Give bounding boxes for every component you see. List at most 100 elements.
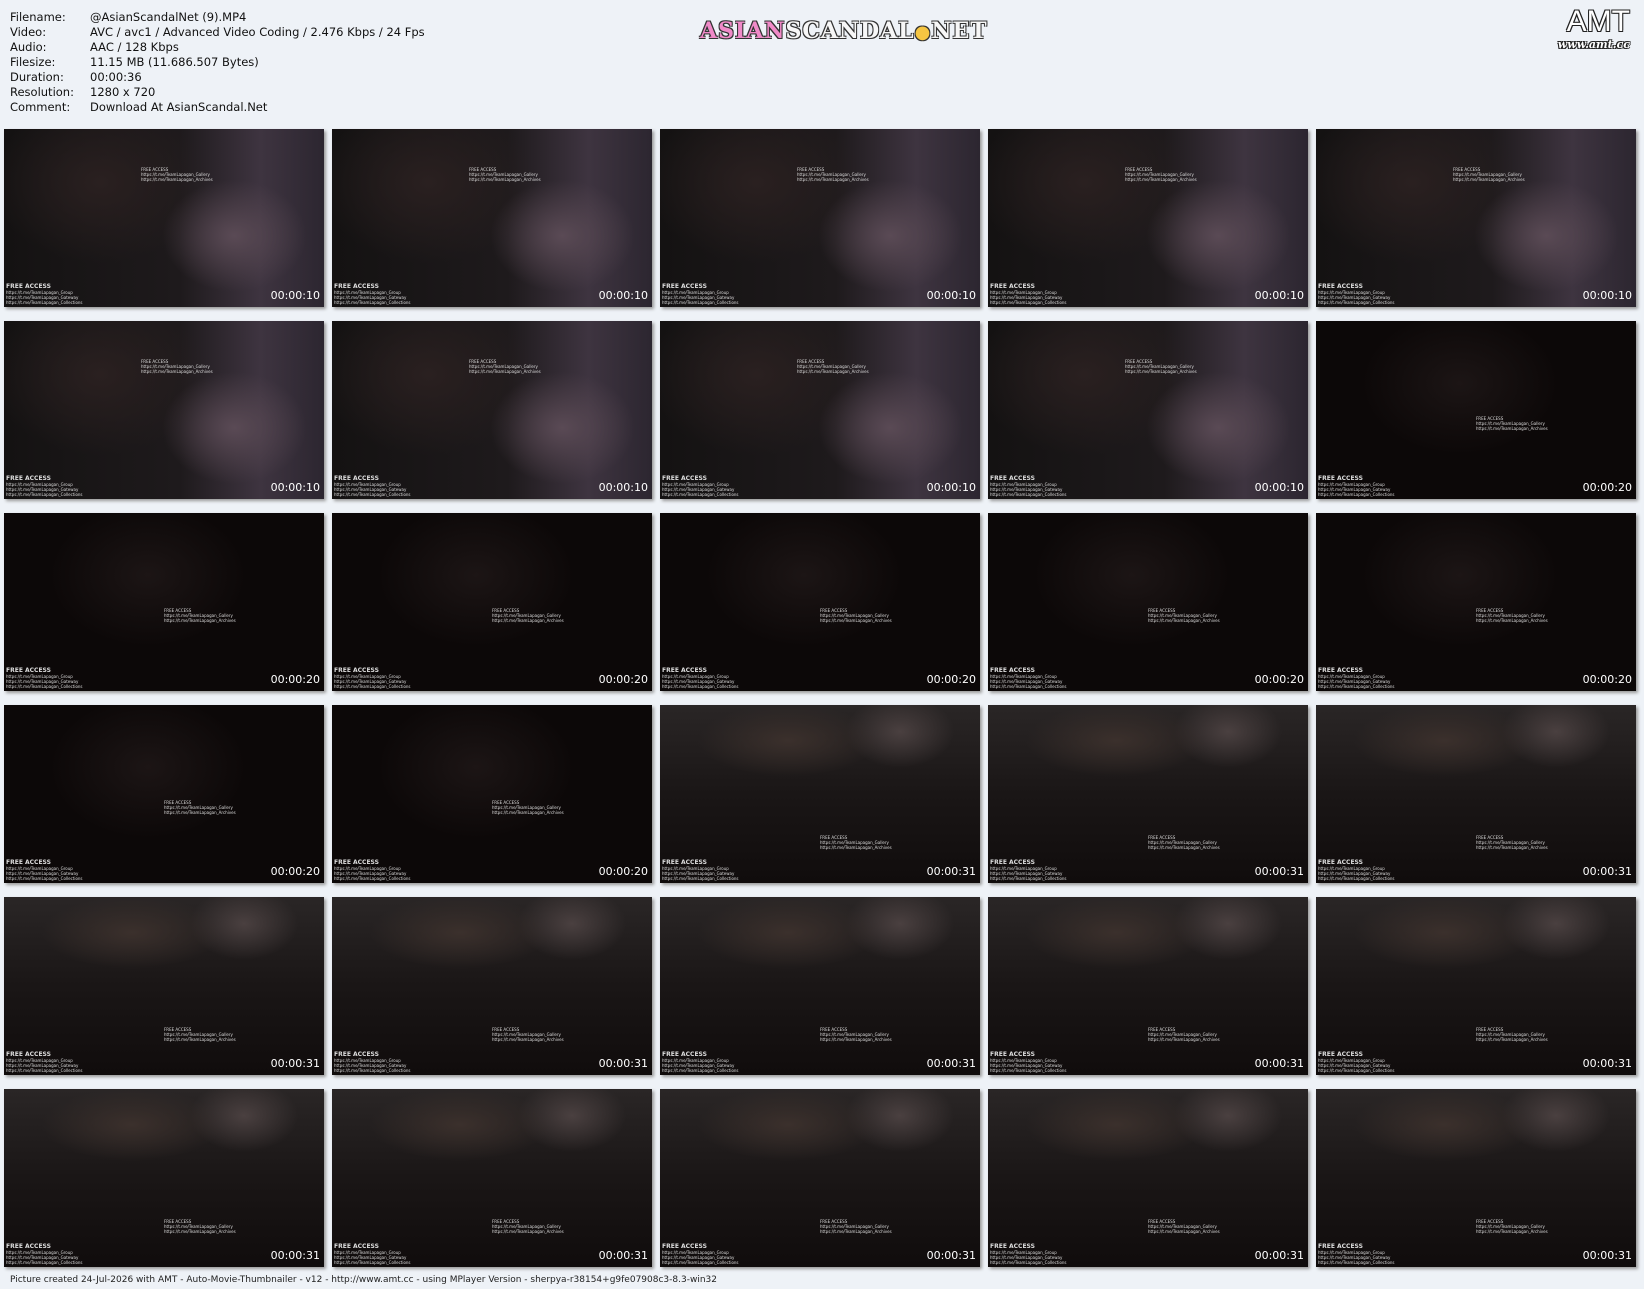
watermark-title: FREE ACCESS xyxy=(1318,1243,1363,1250)
watermark-title: FREE ACCESS xyxy=(990,859,1035,866)
info-row: Filename: @AsianScandalNet (9).MP4 xyxy=(10,10,425,25)
video-thumbnail[interactable]: FREE ACCESS https://t.me/TeamLapagan_Gall… xyxy=(1316,705,1636,883)
timestamp: 00:00:20 xyxy=(270,673,320,686)
watermark-title: FREE ACCESS xyxy=(6,475,51,482)
watermark-line: https://t.me/TeamLapagan_Archives xyxy=(820,1229,892,1234)
watermark-mid: FREE ACCESS https://t.me/TeamLapagan_Gall… xyxy=(469,167,541,182)
watermark-title: FREE ACCESS xyxy=(334,859,379,866)
watermark-bottom: FREE ACCESS https://t.me/TeamLapagan_Grou… xyxy=(990,667,1067,689)
video-thumbnail[interactable]: FREE ACCESS https://t.me/TeamLapagan_Gall… xyxy=(1316,1089,1636,1267)
video-thumbnail[interactable]: FREE ACCESS https://t.me/TeamLapagan_Gall… xyxy=(660,1089,980,1267)
watermark-title: FREE ACCESS xyxy=(6,283,51,290)
watermark-bottom: FREE ACCESS https://t.me/TeamLapagan_Grou… xyxy=(662,475,739,497)
watermark-mid: FREE ACCESS https://t.me/TeamLapagan_Gall… xyxy=(469,359,541,374)
watermark-mid: FREE ACCESS https://t.me/TeamLapagan_Gall… xyxy=(164,1219,236,1234)
watermark-line: https://t.me/TeamLapagan_Archives xyxy=(1476,845,1548,850)
timestamp: 00:00:31 xyxy=(270,1057,320,1070)
video-thumbnail[interactable]: FREE ACCESS https://t.me/TeamLapagan_Gall… xyxy=(4,321,324,499)
watermark-title: FREE ACCESS xyxy=(6,667,51,674)
watermark-line: https://t.me/TeamLapagan_Archives xyxy=(164,810,236,815)
watermark-line: https://t.me/TeamLapagan_Collections xyxy=(334,876,411,881)
watermark-mid: FREE ACCESS https://t.me/TeamLapagan_Gall… xyxy=(797,359,869,374)
info-value: @AsianScandalNet (9).MP4 xyxy=(90,10,247,24)
info-label: Video: xyxy=(10,25,47,39)
watermark-bottom: FREE ACCESS https://t.me/TeamLapagan_Grou… xyxy=(6,1051,83,1073)
video-thumbnail[interactable]: FREE ACCESS https://t.me/TeamLapagan_Gall… xyxy=(332,129,652,307)
video-thumbnail[interactable]: FREE ACCESS https://t.me/TeamLapagan_Gall… xyxy=(660,513,980,691)
video-thumbnail[interactable]: FREE ACCESS https://t.me/TeamLapagan_Gall… xyxy=(332,513,652,691)
watermark-mid: FREE ACCESS https://t.me/TeamLapagan_Gall… xyxy=(797,167,869,182)
info-value: 1280 x 720 xyxy=(90,85,156,99)
watermark-bottom: FREE ACCESS https://t.me/TeamLapagan_Grou… xyxy=(662,1051,739,1073)
timestamp: 00:00:31 xyxy=(1254,865,1304,878)
timestamp: 00:00:31 xyxy=(598,1057,648,1070)
video-thumbnail[interactable]: FREE ACCESS https://t.me/TeamLapagan_Gall… xyxy=(332,321,652,499)
watermark-bottom: FREE ACCESS https://t.me/TeamLapagan_Grou… xyxy=(6,859,83,881)
watermark-mid: FREE ACCESS https://t.me/TeamLapagan_Gall… xyxy=(1453,167,1525,182)
watermark-title: FREE ACCESS xyxy=(662,859,707,866)
watermark-line: https://t.me/TeamLapagan_Collections xyxy=(1318,1260,1395,1265)
watermark-line: https://t.me/TeamLapagan_Archives xyxy=(164,1037,236,1042)
watermark-line: https://t.me/TeamLapagan_Collections xyxy=(6,492,83,497)
video-thumbnail[interactable]: FREE ACCESS https://t.me/TeamLapagan_Gall… xyxy=(988,705,1308,883)
video-thumbnail[interactable]: FREE ACCESS https://t.me/TeamLapagan_Gall… xyxy=(4,897,324,1075)
watermark-bottom: FREE ACCESS https://t.me/TeamLapagan_Grou… xyxy=(1318,1243,1395,1265)
file-info-panel: Filename: @AsianScandalNet (9).MP4 Video: A… xyxy=(10,10,425,115)
watermark-line: https://t.me/TeamLapagan_Collections xyxy=(990,684,1067,689)
video-thumbnail[interactable]: FREE ACCESS https://t.me/TeamLapagan_Gall… xyxy=(988,129,1308,307)
watermark-line: https://t.me/TeamLapagan_Archives xyxy=(797,369,869,374)
watermark-bottom: FREE ACCESS https://t.me/TeamLapagan_Grou… xyxy=(334,1051,411,1073)
watermark-line: https://t.me/TeamLapagan_Archives xyxy=(469,177,541,182)
video-thumbnail[interactable]: FREE ACCESS https://t.me/TeamLapagan_Gall… xyxy=(4,1089,324,1267)
watermark-bottom: FREE ACCESS https://t.me/TeamLapagan_Grou… xyxy=(990,283,1067,305)
watermark-line: https://t.me/TeamLapagan_Archives xyxy=(820,1037,892,1042)
watermark-line: https://t.me/TeamLapagan_Archives xyxy=(1453,177,1525,182)
watermark-bottom: FREE ACCESS https://t.me/TeamLapagan_Grou… xyxy=(6,1243,83,1265)
video-thumbnail[interactable]: FREE ACCESS https://t.me/TeamLapagan_Gall… xyxy=(988,897,1308,1075)
watermark-line: https://t.me/TeamLapagan_Collections xyxy=(334,492,411,497)
timestamp: 00:00:31 xyxy=(1254,1249,1304,1262)
video-thumbnail[interactable]: FREE ACCESS https://t.me/TeamLapagan_Gall… xyxy=(4,129,324,307)
video-thumbnail[interactable]: FREE ACCESS https://t.me/TeamLapagan_Gall… xyxy=(1316,321,1636,499)
watermark-mid: FREE ACCESS https://t.me/TeamLapagan_Gall… xyxy=(1125,359,1197,374)
watermark-title: FREE ACCESS xyxy=(6,1051,51,1058)
watermark-line: https://t.me/TeamLapagan_Collections xyxy=(662,876,739,881)
video-thumbnail[interactable]: FREE ACCESS https://t.me/TeamLapagan_Gall… xyxy=(660,129,980,307)
info-label: Audio: xyxy=(10,40,47,54)
timestamp: 00:00:31 xyxy=(926,1057,976,1070)
timestamp: 00:00:31 xyxy=(598,1249,648,1262)
video-thumbnail[interactable]: FREE ACCESS https://t.me/TeamLapagan_Gall… xyxy=(332,1089,652,1267)
video-thumbnail[interactable]: FREE ACCESS https://t.me/TeamLapagan_Gall… xyxy=(1316,897,1636,1075)
info-value: Download At AsianScandal.Net xyxy=(90,100,268,114)
video-thumbnail[interactable]: FREE ACCESS https://t.me/TeamLapagan_Gall… xyxy=(660,705,980,883)
watermark-line: https://t.me/TeamLapagan_Archives xyxy=(141,369,213,374)
watermark-line: https://t.me/TeamLapagan_Archives xyxy=(1476,1229,1548,1234)
info-value: 11.15 MB (11.686.507 Bytes) xyxy=(90,55,259,69)
watermark-mid: FREE ACCESS https://t.me/TeamLapagan_Gall… xyxy=(1476,608,1548,623)
info-label: Filename: xyxy=(10,10,66,24)
watermark-mid: FREE ACCESS https://t.me/TeamLapagan_Gall… xyxy=(820,1219,892,1234)
watermark-title: FREE ACCESS xyxy=(6,1243,51,1250)
watermark-line: https://t.me/TeamLapagan_Collections xyxy=(6,876,83,881)
info-value: AAC / 128 Kbps xyxy=(90,40,179,54)
watermark-title: FREE ACCESS xyxy=(6,859,51,866)
video-thumbnail[interactable]: FREE ACCESS https://t.me/TeamLapagan_Gall… xyxy=(332,705,652,883)
watermark-line: https://t.me/TeamLapagan_Archives xyxy=(492,618,564,623)
video-thumbnail[interactable]: FREE ACCESS https://t.me/TeamLapagan_Gall… xyxy=(988,321,1308,499)
video-thumbnail[interactable]: FREE ACCESS https://t.me/TeamLapagan_Gall… xyxy=(1316,513,1636,691)
timestamp: 00:00:10 xyxy=(1254,289,1304,302)
watermark-title: FREE ACCESS xyxy=(334,475,379,482)
video-thumbnail[interactable]: FREE ACCESS https://t.me/TeamLapagan_Gall… xyxy=(988,1089,1308,1267)
video-thumbnail[interactable]: FREE ACCESS https://t.me/TeamLapagan_Gall… xyxy=(4,513,324,691)
video-thumbnail[interactable]: FREE ACCESS https://t.me/TeamLapagan_Gall… xyxy=(4,705,324,883)
video-thumbnail[interactable]: FREE ACCESS https://t.me/TeamLapagan_Gall… xyxy=(332,897,652,1075)
video-thumbnail[interactable]: FREE ACCESS https://t.me/TeamLapagan_Gall… xyxy=(660,321,980,499)
watermark-title: FREE ACCESS xyxy=(334,667,379,674)
video-thumbnail[interactable]: FREE ACCESS https://t.me/TeamLapagan_Gall… xyxy=(988,513,1308,691)
watermark-bottom: FREE ACCESS https://t.me/TeamLapagan_Grou… xyxy=(6,667,83,689)
video-thumbnail[interactable]: FREE ACCESS https://t.me/TeamLapagan_Gall… xyxy=(1316,129,1636,307)
watermark-mid: FREE ACCESS https://t.me/TeamLapagan_Gall… xyxy=(141,359,213,374)
video-thumbnail[interactable]: FREE ACCESS https://t.me/TeamLapagan_Gall… xyxy=(660,897,980,1075)
watermark-title: FREE ACCESS xyxy=(990,283,1035,290)
timestamp: 00:00:10 xyxy=(926,481,976,494)
